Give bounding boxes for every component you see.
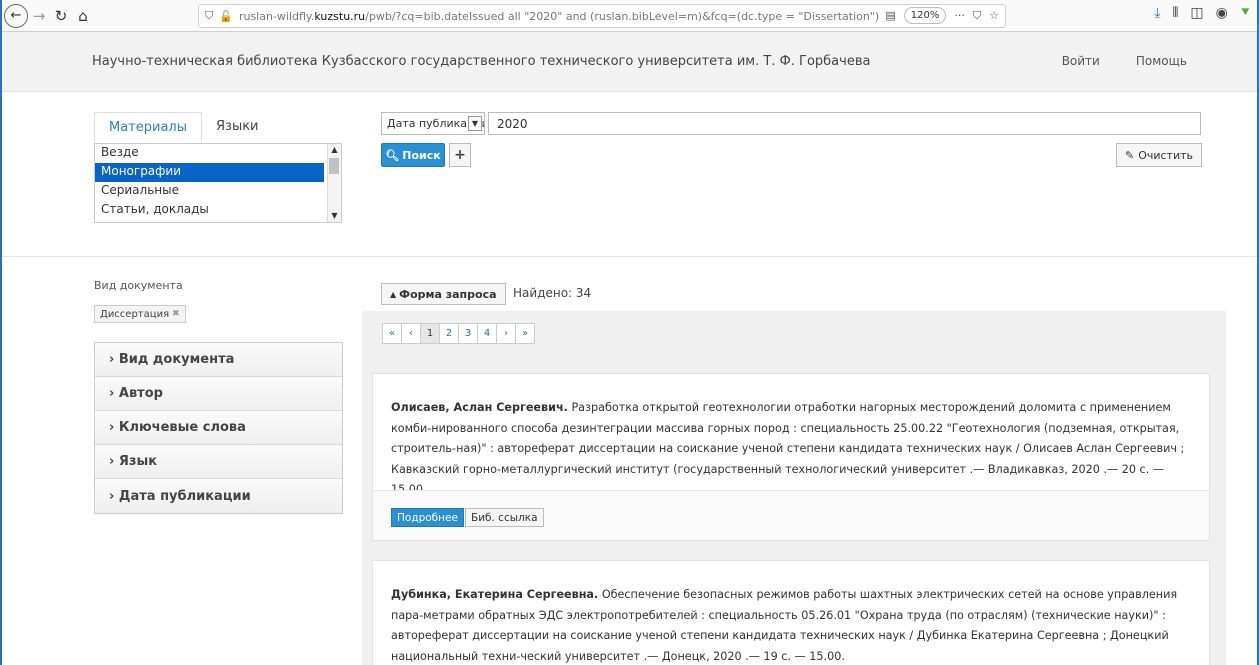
scrollbar-thumb[interactable] — [329, 158, 339, 174]
facet-filter-label: Вид документа — [94, 279, 183, 292]
shield-icon: ⛉ — [205, 9, 214, 22]
query-form-toggle-button[interactable]: ▲ Форма запроса — [381, 283, 506, 305]
search-button[interactable]: 🔍︎ Поиск — [381, 143, 445, 167]
extension-icon[interactable]: ⯆ — [1240, 5, 1251, 21]
results-count: Найдено: 34 — [513, 286, 592, 300]
page-3[interactable]: 3 — [458, 323, 478, 344]
facet-doctype[interactable]: › Вид документа — [95, 343, 342, 377]
result-card: Дубинка, Екатерина Сергеевна. Обеспечени… — [372, 560, 1210, 665]
facet-list: › Вид документа › Автор › Ключевые слова… — [94, 342, 343, 514]
pagination: « ‹ 1 2 3 4 › » — [382, 323, 535, 344]
search-query-input[interactable] — [488, 112, 1201, 135]
clear-button[interactable]: ✎ Очистить — [1116, 143, 1202, 167]
page-2[interactable]: 2 — [439, 323, 459, 344]
sidebar-icon[interactable]: ◫ — [1190, 5, 1203, 21]
url-bar[interactable]: ⛉ 🔓 ruslan-wildfly. kuzstu.ru/pwb/?cq=bib… — [198, 4, 1006, 28]
library-icon[interactable]: ⫴ — [1172, 5, 1178, 21]
page-next[interactable]: › — [496, 323, 516, 344]
url-prefix: ruslan-wildfly. — [238, 9, 315, 23]
browser-toolbar: ← → ↻ ⌂ ⛉ 🔓 ruslan-wildfly. kuzstu.ru/pwb… — [2, 0, 1257, 32]
facet-label: Язык — [118, 454, 158, 469]
reader-view-icon[interactable]: ▤ — [885, 9, 895, 22]
more-actions-icon[interactable]: ··· — [954, 9, 965, 22]
page-first[interactable]: « — [382, 323, 402, 344]
filter-chip-label: Диссертация — [100, 308, 170, 320]
listbox-scrollbar[interactable]: ▲ ▼ — [327, 144, 341, 222]
search-field-select[interactable]: Дата публикации ▼ — [381, 112, 485, 135]
bookmark-star-icon[interactable]: ☆ — [989, 9, 999, 22]
material-option[interactable]: Везде — [95, 144, 324, 163]
result-description: Олисаев, Аслан Сергеевич. Разработка отк… — [373, 374, 1209, 501]
download-icon[interactable]: ⤓ — [1154, 5, 1160, 21]
query-form-label: Форма запроса — [399, 287, 497, 301]
details-button[interactable]: Подробнее — [391, 508, 464, 527]
close-icon[interactable]: ✖ — [172, 309, 180, 319]
url-path: /pwb/?cq=bib.dateIssued all "2020" and (… — [365, 9, 880, 23]
facet-label: Ключевые слова — [118, 420, 246, 435]
login-link[interactable]: Войти — [1062, 54, 1100, 68]
facet-author[interactable]: › Автор — [95, 377, 342, 411]
material-option[interactable]: Статьи, доклады — [95, 201, 324, 220]
material-option-selected[interactable]: Монографии — [95, 163, 324, 182]
account-icon[interactable]: ◉ — [1216, 5, 1228, 21]
citation-button[interactable]: Биб. ссылка — [465, 508, 544, 527]
result-card: Олисаев, Аслан Сергеевич. Разработка отк… — [372, 373, 1210, 541]
search-icon: 🔍︎ — [385, 148, 400, 162]
insecure-lock-icon[interactable]: 🔓 — [219, 10, 233, 23]
add-condition-button[interactable]: + — [449, 143, 471, 167]
reload-icon[interactable]: ↻ — [50, 5, 72, 27]
clear-button-label: Очистить — [1138, 148, 1194, 162]
facet-language[interactable]: › Язык — [95, 445, 342, 479]
page-last[interactable]: » — [515, 323, 535, 344]
facet-label: Дата публикации — [118, 488, 251, 504]
page-1[interactable]: 1 — [420, 323, 440, 344]
search-tabs: Материалы Языки — [94, 112, 273, 143]
result-author: Дубинка, Екатерина Сергеевна. — [391, 588, 599, 601]
site-header: Научно-техническая библиотека Кузбасског… — [2, 32, 1257, 92]
forward-icon[interactable]: → — [28, 5, 50, 27]
pocket-icon[interactable]: ⛉ — [973, 9, 981, 23]
result-actions: Подробнее Биб. ссылка — [373, 490, 1209, 540]
result-text: Разработка открытой геотехнологии отрабо… — [391, 401, 1185, 496]
page-prev[interactable]: ‹ — [401, 323, 421, 344]
facet-pubdate[interactable]: › Дата публикации — [95, 479, 342, 513]
tab-materials[interactable]: Материалы — [94, 112, 202, 143]
tab-languages[interactable]: Языки — [202, 112, 273, 143]
page-4[interactable]: 4 — [477, 323, 497, 344]
facet-keywords[interactable]: › Ключевые слова — [95, 411, 342, 445]
search-button-label: Поиск — [402, 148, 441, 162]
active-filter-chip[interactable]: Диссертация ✖ — [94, 305, 186, 323]
caret-up-icon: ▲ — [390, 289, 397, 299]
result-author: Олисаев, Аслан Сергеевич. — [391, 401, 568, 414]
facet-label: Вид документа — [118, 352, 235, 367]
home-icon[interactable]: ⌂ — [72, 5, 94, 27]
facet-label: Автор — [118, 386, 163, 401]
eraser-icon: ✎ — [1124, 148, 1135, 162]
site-title[interactable]: Научно-техническая библиотека Кузбасског… — [92, 54, 870, 69]
chevron-down-icon: ▼ — [468, 116, 482, 131]
zoom-indicator[interactable]: 120% — [903, 7, 947, 24]
material-option[interactable]: Сериальные — [95, 182, 324, 201]
result-description: Дубинка, Екатерина Сергеевна. Обеспечени… — [373, 561, 1209, 665]
back-icon[interactable]: ← — [4, 3, 28, 28]
materials-listbox[interactable]: Везде Монографии Сериальные Статьи, докл… — [94, 143, 342, 223]
help-link[interactable]: Помощь — [1136, 54, 1187, 68]
url-host: kuzstu.ru — [314, 9, 366, 23]
search-form: Материалы Языки Везде Монографии Сериаль… — [2, 92, 1257, 257]
